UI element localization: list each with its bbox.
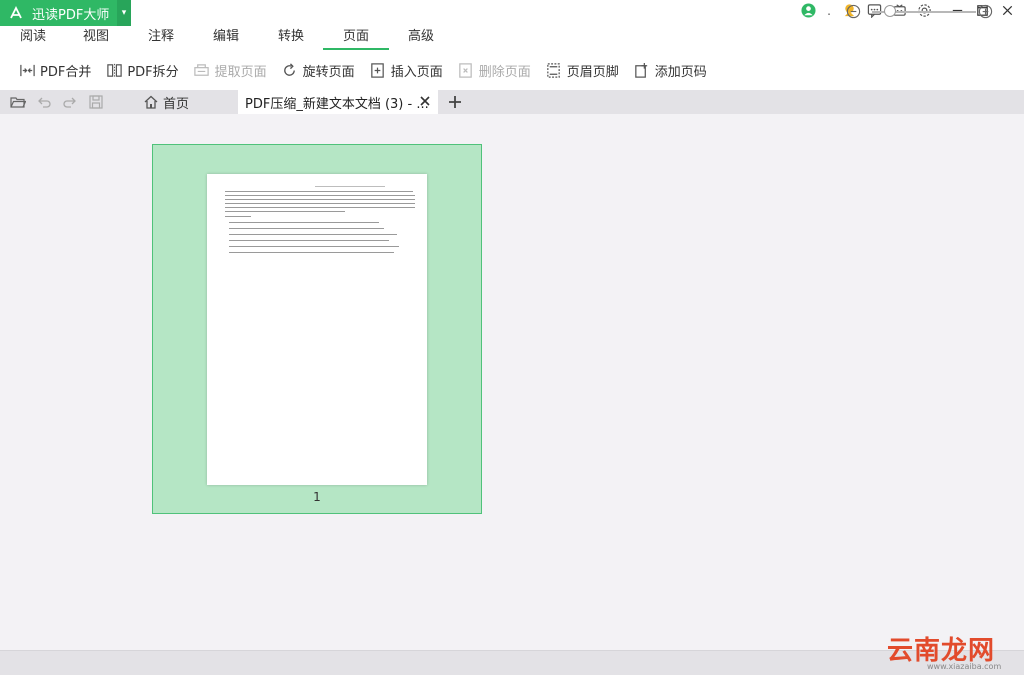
insert-page-button[interactable]: 插入页面 (369, 58, 443, 82)
site-watermark: 云南龙网 www.xiazaiba.com (887, 628, 1023, 672)
zoom-out-icon[interactable] (846, 4, 861, 19)
page-thumbnail-selected[interactable]: 1 (152, 144, 482, 514)
chevron-down-icon[interactable]: ▾ (117, 0, 131, 26)
rotate-page-label: 旋转页面 (302, 64, 355, 80)
delete-page-button[interactable]: 删除页面 (457, 58, 531, 82)
tab-view[interactable]: 视图 (63, 26, 129, 50)
title-bar: 迅读PDF大师 ▾ . (0, 0, 1024, 26)
insert-page-label: 插入页面 (390, 64, 443, 80)
close-tab-icon[interactable] (418, 94, 432, 108)
tab-annotate[interactable]: 注释 (128, 26, 194, 50)
insert-page-icon (369, 61, 387, 79)
app-logo-icon (10, 5, 22, 19)
add-page-number-label: 添加页码 (654, 64, 707, 80)
page-number-label: 1 (313, 490, 321, 504)
pdf-split-label: PDF拆分 (127, 64, 179, 80)
pdf-merge-label: PDF合并 (40, 64, 92, 80)
header-footer-label: 页眉页脚 (566, 64, 619, 80)
tab-read[interactable]: 阅读 (0, 26, 66, 50)
add-tab-icon[interactable] (446, 93, 464, 111)
extract-page-label: 提取页面 (214, 64, 267, 80)
delete-page-icon (457, 61, 475, 79)
close-window-icon[interactable] (999, 2, 1016, 19)
zoom-in-icon[interactable] (978, 4, 993, 19)
redo-icon[interactable] (61, 93, 79, 111)
home-icon (144, 95, 158, 109)
user-avatar-icon[interactable] (800, 2, 817, 19)
tab-page[interactable]: 页面 (323, 26, 389, 50)
pdf-merge-button[interactable]: PDF合并 (18, 58, 91, 82)
pdf-split-button[interactable]: PDF拆分 (105, 58, 179, 82)
extract-icon (193, 61, 211, 79)
delete-page-label: 删除页面 (478, 64, 531, 80)
split-icon (105, 61, 123, 79)
home-tab[interactable]: 首页 (135, 90, 235, 114)
page-thumbnail (207, 174, 427, 485)
app-title: 迅读PDF大师 (32, 7, 110, 23)
extract-page-button[interactable]: 提取页面 (193, 58, 267, 82)
file-tab[interactable]: PDF压缩_新建文本文档 (3) - ... (238, 90, 438, 114)
menu-bar: 阅读 视图 注释 编辑 转换 页面 高级 (0, 26, 1024, 50)
page-toolbar: PDF合并 PDF拆分 提取页面 旋转页面 插入页面 删除页面 页眉页脚 添加页… (0, 50, 1024, 90)
home-tab-label: 首页 (163, 96, 190, 112)
separator-dot: . (827, 3, 831, 18)
save-icon[interactable] (87, 93, 105, 111)
app-menu-button[interactable]: 迅读PDF大师 ▾ (0, 0, 131, 26)
add-page-number-button[interactable]: 添加页码 (633, 58, 707, 82)
page-number-icon (633, 61, 651, 79)
tab-edit[interactable]: 编辑 (193, 26, 259, 50)
tab-convert[interactable]: 转换 (258, 26, 324, 50)
header-footer-button[interactable]: 页眉页脚 (545, 58, 619, 82)
tab-advanced[interactable]: 高级 (388, 26, 454, 50)
file-tab-label: PDF压缩_新建文本文档 (3) - ... (245, 96, 429, 112)
merge-icon (18, 61, 36, 79)
open-folder-icon[interactable] (9, 93, 27, 111)
rotate-page-button[interactable]: 旋转页面 (281, 58, 355, 82)
rotate-icon (281, 61, 299, 79)
status-bar (0, 650, 1024, 675)
header-footer-icon (545, 61, 563, 79)
document-tab-strip: 首页 PDF压缩_新建文本文档 (3) - ... (0, 90, 1024, 114)
page-canvas: 1 (0, 114, 1024, 650)
quick-access (9, 93, 105, 111)
watermark-subtext: www.xiazaiba.com (927, 662, 1002, 671)
zoom-slider-handle[interactable] (884, 5, 896, 17)
undo-icon[interactable] (35, 93, 53, 111)
